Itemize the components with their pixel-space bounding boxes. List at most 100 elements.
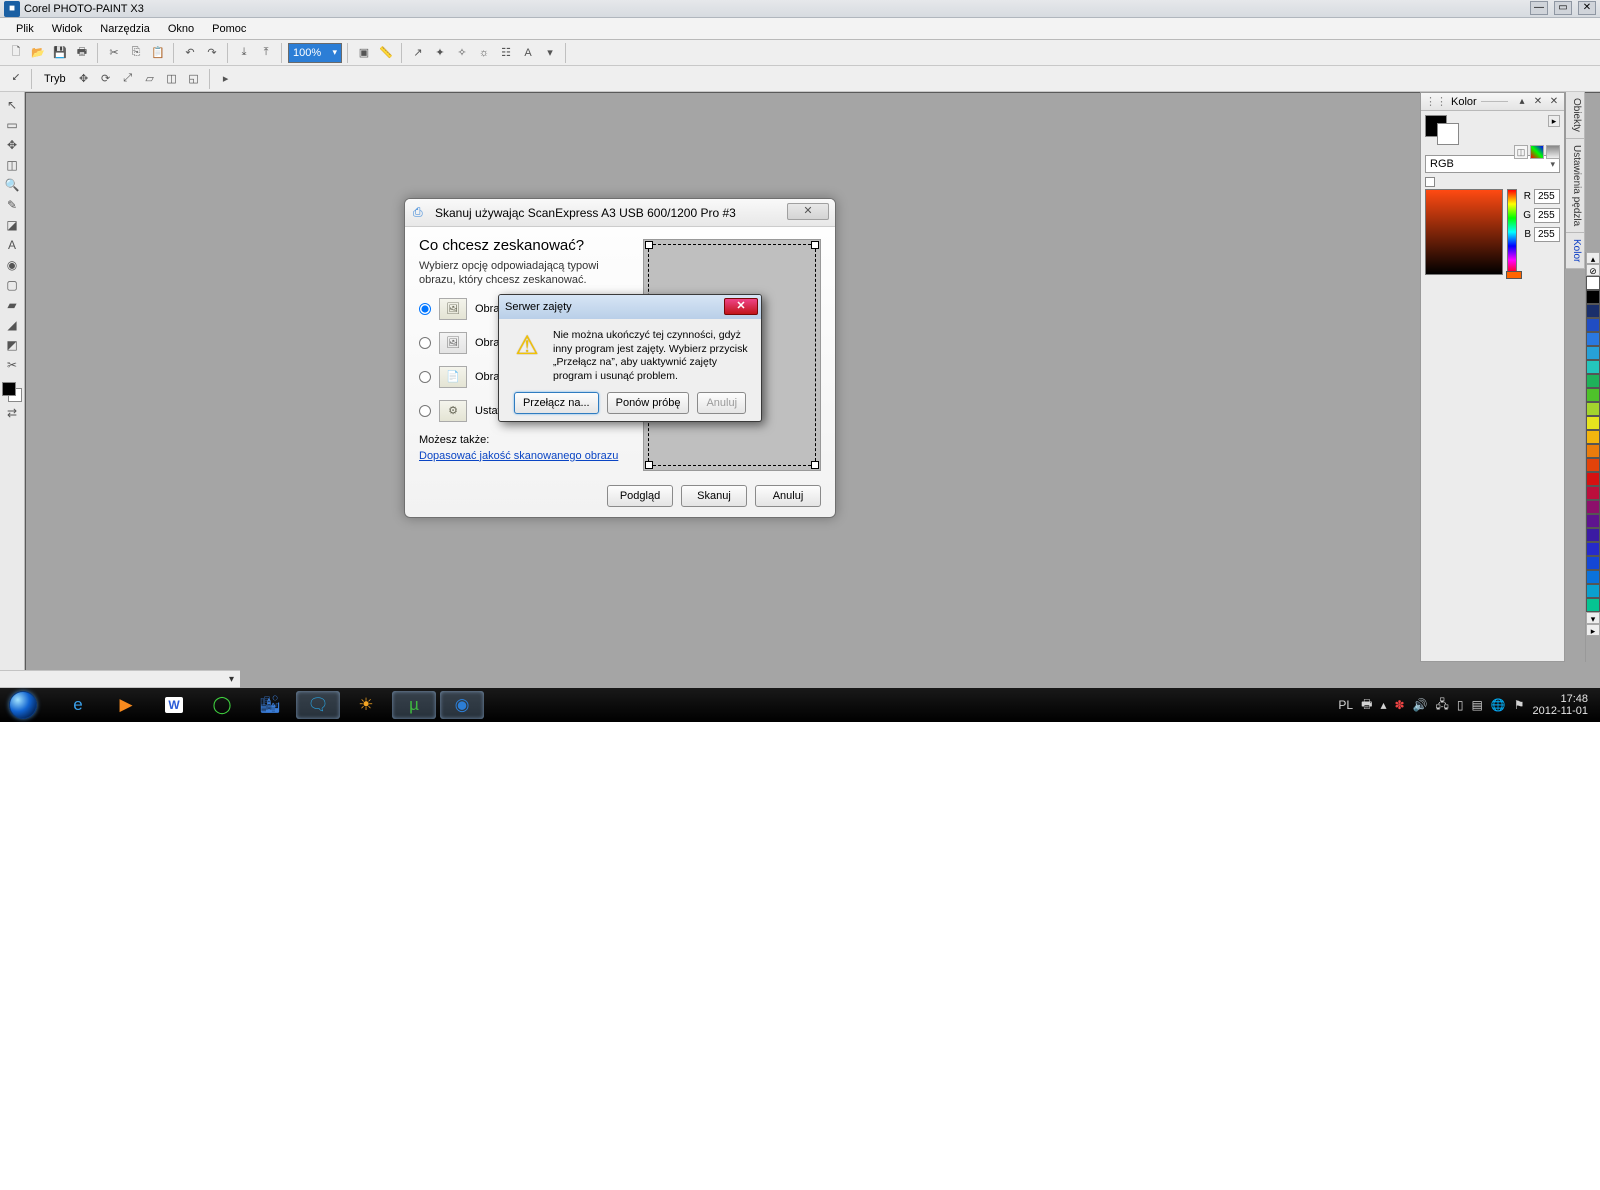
radio-bw[interactable]: [419, 371, 431, 383]
scan-close-button[interactable]: ✕: [787, 203, 829, 220]
crop-tool-icon[interactable]: ◫: [3, 156, 21, 174]
palette-menu-icon[interactable]: ▸: [1586, 624, 1600, 636]
swap-colors-icon[interactable]: ⇄: [3, 404, 21, 422]
mode-distort-icon[interactable]: ◫: [162, 69, 182, 89]
palette-up-icon[interactable]: ▴: [1586, 252, 1600, 264]
eyedropper-tool-icon[interactable]: ✎: [3, 196, 21, 214]
adjust-icon[interactable]: ☼: [474, 43, 494, 63]
levels-icon[interactable]: ☷: [496, 43, 516, 63]
maximize-button[interactable]: ▭: [1554, 1, 1572, 15]
imageslice-tool-icon[interactable]: ✂: [3, 356, 21, 374]
mask-rect-tool-icon[interactable]: ▭: [3, 116, 21, 134]
palette-icon-3[interactable]: [1546, 145, 1560, 159]
radio-color[interactable]: [419, 303, 431, 315]
print-icon[interactable]: 🖶: [72, 43, 92, 63]
fullscreen-icon[interactable]: ▣: [354, 43, 374, 63]
task-word-icon[interactable]: W: [152, 691, 196, 719]
mode-move-icon[interactable]: ✥: [74, 69, 94, 89]
task-sun-icon[interactable]: ☀: [344, 691, 388, 719]
mode-rotate-icon[interactable]: ⟳: [96, 69, 116, 89]
menu-help[interactable]: Pomoc: [204, 21, 254, 37]
task-mediaplayer-icon[interactable]: ▶: [104, 691, 148, 719]
rulers-icon[interactable]: 📏: [376, 43, 396, 63]
launch-icon[interactable]: ↗: [408, 43, 428, 63]
task-buildings-icon[interactable]: 🏙: [248, 691, 292, 719]
pointer-icon[interactable]: ⭩: [6, 69, 26, 89]
hue-slider[interactable]: [1507, 189, 1517, 275]
palette-swatch[interactable]: [1586, 570, 1600, 584]
task-green-app-icon[interactable]: ◯: [200, 691, 244, 719]
tray-network-icon[interactable]: 🖧: [1435, 695, 1448, 716]
scan-cancel-button[interactable]: Anuluj: [755, 485, 821, 507]
menu-window[interactable]: Okno: [160, 21, 202, 37]
palette-swatch[interactable]: [1586, 346, 1600, 360]
side-tab-brush[interactable]: Ustawienia pędzla: [1566, 139, 1585, 233]
r-input[interactable]: [1534, 189, 1560, 204]
radio-custom[interactable]: [419, 405, 431, 417]
palette-swatch[interactable]: [1586, 486, 1600, 500]
undo-icon[interactable]: ↶: [180, 43, 200, 63]
tray-globe-icon[interactable]: 🌐: [1491, 698, 1506, 712]
b-input[interactable]: [1534, 227, 1560, 242]
busy-cancel-button[interactable]: Anuluj: [697, 392, 746, 414]
palette-swatch[interactable]: [1586, 416, 1600, 430]
palette-swatch[interactable]: [1586, 430, 1600, 444]
busy-close-button[interactable]: ✕: [724, 298, 758, 315]
save-icon[interactable]: 💾: [50, 43, 70, 63]
pick-tool-icon[interactable]: ↖: [3, 96, 21, 114]
tray-volume-icon[interactable]: 🔊: [1413, 698, 1428, 712]
palette-swatch[interactable]: [1586, 542, 1600, 556]
status-dropdown[interactable]: ▾: [0, 670, 240, 688]
scan-scan-button[interactable]: Skanuj: [681, 485, 747, 507]
tray-asterisk-icon[interactable]: ✽: [1394, 698, 1404, 712]
docker-close2-icon[interactable]: ✕: [1548, 96, 1560, 108]
eraser-tool-icon[interactable]: ◪: [3, 216, 21, 234]
rectangle-tool-icon[interactable]: ▢: [3, 276, 21, 294]
side-tab-objects[interactable]: Obiekty: [1566, 92, 1585, 139]
task-skype-icon[interactable]: 🗨: [296, 691, 340, 719]
tray-lang[interactable]: PL: [1338, 698, 1353, 712]
palette-down-icon[interactable]: ▾: [1586, 612, 1600, 624]
new-icon[interactable]: 🗋: [6, 43, 26, 63]
docker-close-icon[interactable]: ✕: [1532, 96, 1544, 108]
palette-swatch[interactable]: [1586, 332, 1600, 346]
fill-tool-icon[interactable]: ▰: [3, 296, 21, 314]
tray-arrow-up-icon[interactable]: ▴: [1380, 698, 1386, 712]
dropdown-icon[interactable]: ▾: [540, 43, 560, 63]
docker-menu-icon[interactable]: ▸: [1548, 115, 1560, 127]
start-button[interactable]: [4, 690, 42, 720]
mask-transform-tool-icon[interactable]: ✥: [3, 136, 21, 154]
palette-swatch[interactable]: [1586, 402, 1600, 416]
docker-collapse-icon[interactable]: ▴: [1516, 96, 1528, 108]
play-icon[interactable]: ▸: [216, 69, 236, 89]
menu-tools[interactable]: Narzędzia: [92, 21, 158, 37]
scan-preview-button[interactable]: Podgląd: [607, 485, 673, 507]
redeye-tool-icon[interactable]: ◉: [3, 256, 21, 274]
palette-swatch[interactable]: [1586, 472, 1600, 486]
busy-titlebar[interactable]: Serwer zajęty ✕: [499, 295, 761, 319]
palette-swatch[interactable]: [1586, 290, 1600, 304]
redo-icon[interactable]: ↷: [202, 43, 222, 63]
palette-swatch[interactable]: [1586, 500, 1600, 514]
export-icon[interactable]: ⤒: [256, 43, 276, 63]
palette-swatch[interactable]: [1586, 360, 1600, 374]
tray-battery-icon[interactable]: ▯: [1457, 698, 1464, 712]
palette-swatch[interactable]: [1586, 528, 1600, 542]
tray-action-icon[interactable]: ▤: [1471, 698, 1482, 712]
palette-swatch[interactable]: [1586, 584, 1600, 598]
palette-swatch[interactable]: [1586, 514, 1600, 528]
radio-gray[interactable]: [419, 337, 431, 349]
busy-switch-button[interactable]: Przełącz na...: [514, 392, 599, 414]
effects-icon[interactable]: ✧: [452, 43, 472, 63]
cut-icon[interactable]: ✂: [104, 43, 124, 63]
fg-bg-swatch[interactable]: [2, 382, 22, 402]
busy-retry-button[interactable]: Ponów próbę: [607, 392, 690, 414]
palette-swatch[interactable]: [1586, 388, 1600, 402]
interactive-fill-icon[interactable]: ◢: [3, 316, 21, 334]
close-button[interactable]: ✕: [1578, 1, 1596, 15]
tray-flag-icon[interactable]: ⚑: [1514, 698, 1525, 712]
side-tab-color[interactable]: Kolor: [1566, 233, 1585, 269]
scan-dialog-titlebar[interactable]: ⎙ Skanuj używając ScanExpress A3 USB 600…: [405, 199, 835, 227]
palette-swatch[interactable]: [1586, 276, 1600, 290]
tray-printer-icon[interactable]: 🖶: [1361, 695, 1372, 716]
